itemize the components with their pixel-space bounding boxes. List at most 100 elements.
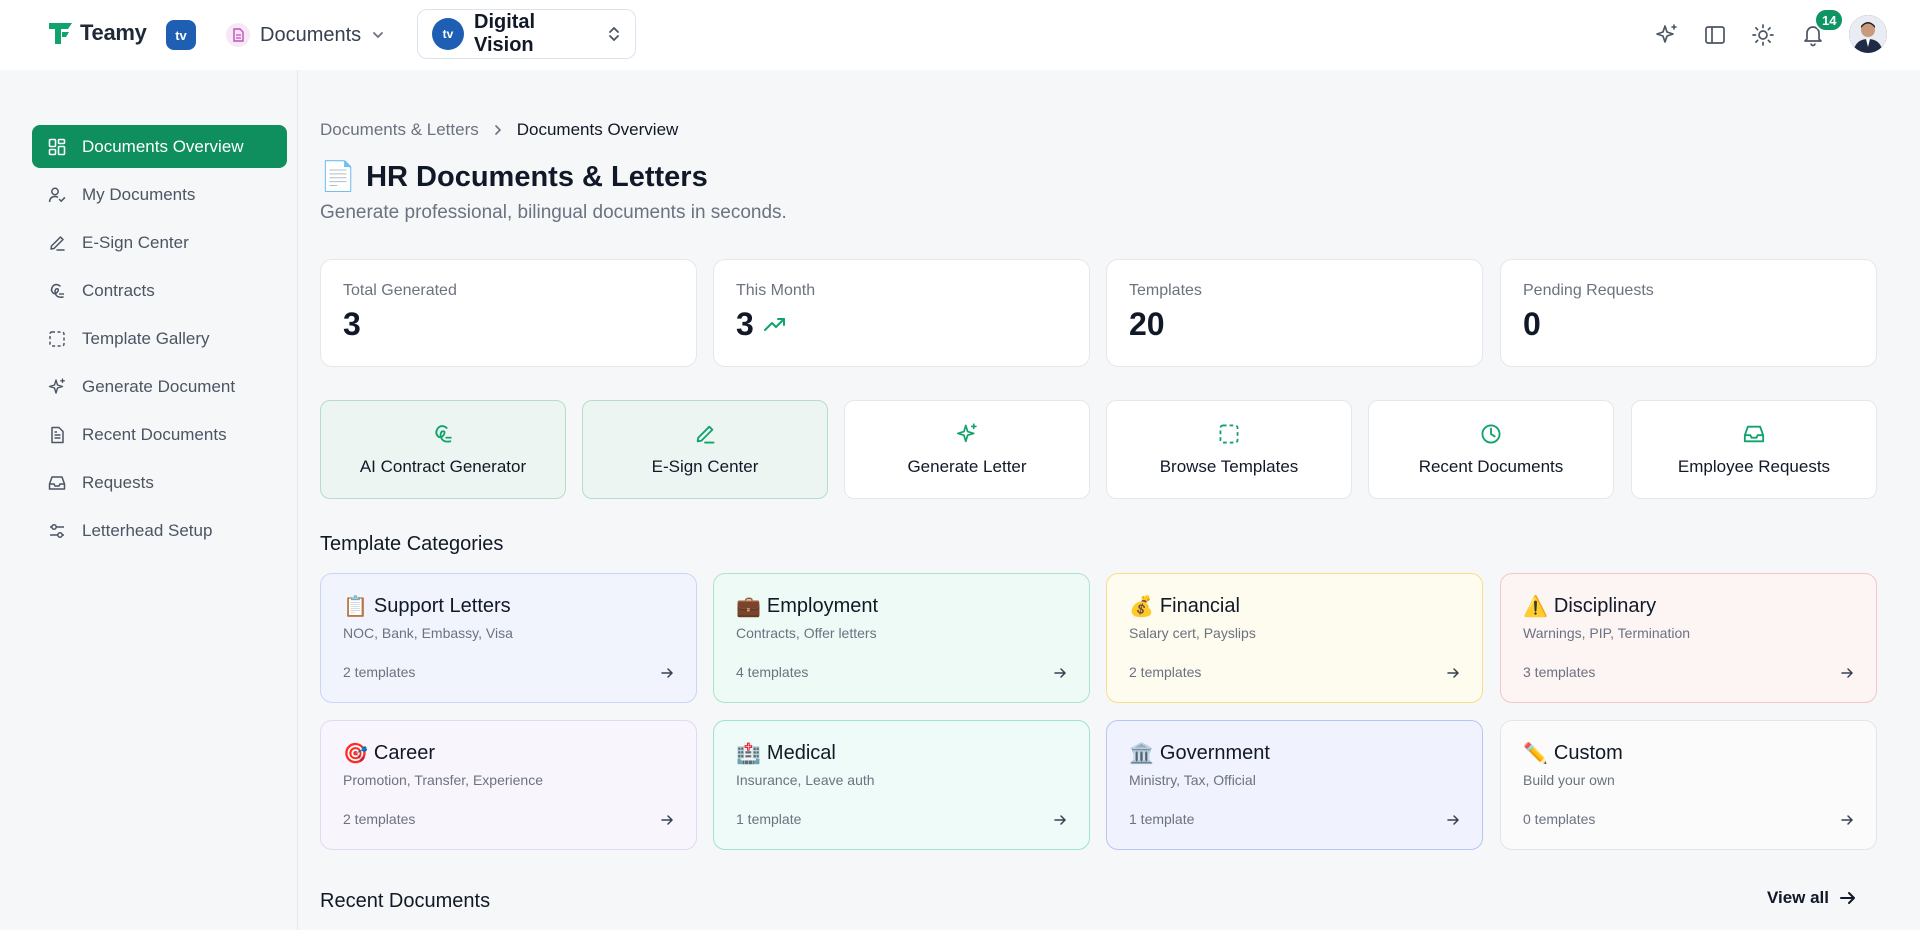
category-emoji-icon: 🏥 [736,743,761,765]
sidebar-item-template-gallery[interactable]: Template Gallery [32,317,287,360]
document-emoji-icon: 📄 [320,161,357,193]
category-count: 0 templates [1523,811,1596,827]
main-content: Documents & Letters Documents Overview 📄… [320,70,1877,930]
breadcrumb-parent[interactable]: Documents & Letters [320,120,479,140]
org-badge[interactable]: tv [166,20,196,50]
sidebar-item-label: Letterhead Setup [82,520,213,540]
sidebar-item-contracts[interactable]: Contracts [32,269,287,312]
view-all-link[interactable]: View all [1767,888,1857,908]
stat-value: 3 [343,306,361,342]
category-count: 2 templates [1129,664,1202,680]
category-emoji-icon: 📋 [343,596,368,618]
category-card-disciplinary[interactable]: ⚠️ Disciplinary Warnings, PIP, Terminatio… [1500,573,1877,703]
category-card-medical[interactable]: 🏥 Medical Insurance, Leave auth 1 templat… [713,720,1090,850]
category-card-employment[interactable]: 💼 Employment Contracts, Offer letters 4 t… [713,573,1090,703]
stat-value: 0 [1523,306,1541,342]
pen-icon [696,425,715,443]
sidebar-item-label: Recent Documents [82,424,227,444]
arrow-right-icon [1841,668,1854,678]
company-switcher[interactable]: tv Digital Vision [417,9,636,59]
sparkles-icon [48,377,66,396]
category-count: 1 template [1129,811,1195,827]
category-title: Support Letters [373,595,511,617]
generate-letter-button[interactable]: Generate Letter [844,400,1090,499]
category-card-government[interactable]: 🏛️ Government Ministry, Tax, Official 1 t… [1106,720,1483,850]
category-title: Custom [1553,742,1623,764]
recent-documents-heading: Recent Documents [320,890,491,912]
logo-text: Teamy [80,20,147,45]
recent-documents-button[interactable]: Recent Documents [1368,400,1614,499]
teamy-logo[interactable]: Teamy [46,19,147,47]
category-emoji-icon: ⚠️ [1523,596,1548,618]
category-count: 2 templates [343,664,416,680]
sidebar-item-generate-document[interactable]: Generate Document [32,365,287,408]
category-card-support-letters[interactable]: 📋 Support Letters NOC, Bank, Embassy, Vis… [320,573,697,703]
clock-icon [1481,424,1501,443]
category-card-custom[interactable]: ✏️ Custom Build your own 0 templates [1500,720,1877,850]
action-label: Employee Requests [1677,456,1831,476]
category-count: 4 templates [736,664,809,680]
category-card-financial[interactable]: 💰 Financial Salary cert, Payslips 2 templ… [1106,573,1483,703]
category-emoji-icon: 💰 [1129,596,1154,618]
category-title: Career [373,742,436,764]
arrow-right-icon [1447,668,1460,678]
arrow-right-icon [1840,892,1855,904]
sparkles-icon[interactable] [1654,22,1680,48]
user-check-icon [48,186,66,204]
company-name: Digital Vision [474,11,536,56]
category-desc: NOC, Bank, Embassy, Visa [343,625,513,641]
inbox-icon [48,474,66,492]
stat-value: 3 [736,306,754,342]
sidebar-item-requests[interactable]: Requests [32,461,287,504]
browse-templates-button[interactable]: Browse Templates [1106,400,1352,499]
category-desc: Promotion, Transfer, Experience [343,772,543,788]
signature-icon [435,424,452,443]
arrow-right-icon [1447,815,1460,825]
sidebar-item-my-documents[interactable]: My Documents [32,173,287,216]
arrow-right-icon [1054,668,1067,678]
module-switcher[interactable]: Documents [226,18,385,52]
module-label: Documents [260,23,362,46]
sidebar-item-recent-documents[interactable]: Recent Documents [32,413,287,456]
pen-icon [48,234,66,252]
sidebar-toggle-icon[interactable] [1702,22,1728,48]
sidebar-item-label: My Documents [82,184,196,204]
category-desc: Salary cert, Payslips [1129,625,1256,641]
sidebar-item-letterhead-setup[interactable]: Letterhead Setup [32,509,287,552]
stat-label: Templates [1129,282,1202,299]
category-title: Disciplinary [1553,595,1657,617]
sidebar: Documents Overview My Documents E-Sign C… [0,70,298,930]
sidebar-item-label: Documents Overview [82,136,244,156]
arrow-right-icon [661,668,674,678]
file-text-icon [48,426,66,444]
e-sign-center-button[interactable]: E-Sign Center [582,400,828,499]
category-count: 2 templates [343,811,416,827]
category-desc: Ministry, Tax, Official [1129,772,1256,788]
arrow-right-icon [1841,815,1854,825]
sidebar-item-label: Contracts [82,280,155,300]
avatar[interactable] [1849,15,1887,53]
action-label: Recent Documents [1418,456,1564,476]
stat-card-templates: Templates 20 [1106,259,1483,367]
ai-contract-generator-button[interactable]: AI Contract Generator [320,400,566,499]
stat-label: Pending Requests [1523,282,1654,299]
sun-icon[interactable] [1750,22,1776,48]
company-logo: tv [432,18,464,50]
chevron-up-down-icon [609,26,619,42]
sidebar-item-e-sign-center[interactable]: E-Sign Center [32,221,287,264]
breadcrumb-current: Documents Overview [516,120,679,139]
sidebar-item-documents-overview[interactable]: Documents Overview [32,125,287,168]
sidebar-item-label: Requests [82,472,154,492]
sidebar-item-label: Template Gallery [82,328,210,348]
trending-up-icon [763,317,785,331]
chevron-right-icon [494,125,501,135]
sidebar-item-label: Generate Document [82,376,236,396]
sparkles-icon [956,422,977,442]
employee-requests-button[interactable]: Employee Requests [1631,400,1877,499]
breadcrumb: Documents & Letters Documents Overview [320,120,678,140]
bell-icon[interactable]: 14 [1800,8,1845,48]
category-desc: Build your own [1523,772,1615,788]
stat-card-total-generated: Total Generated 3 [320,259,697,367]
category-desc: Contracts, Offer letters [736,625,877,641]
category-card-career[interactable]: 🎯 Career Promotion, Transfer, Experience … [320,720,697,850]
